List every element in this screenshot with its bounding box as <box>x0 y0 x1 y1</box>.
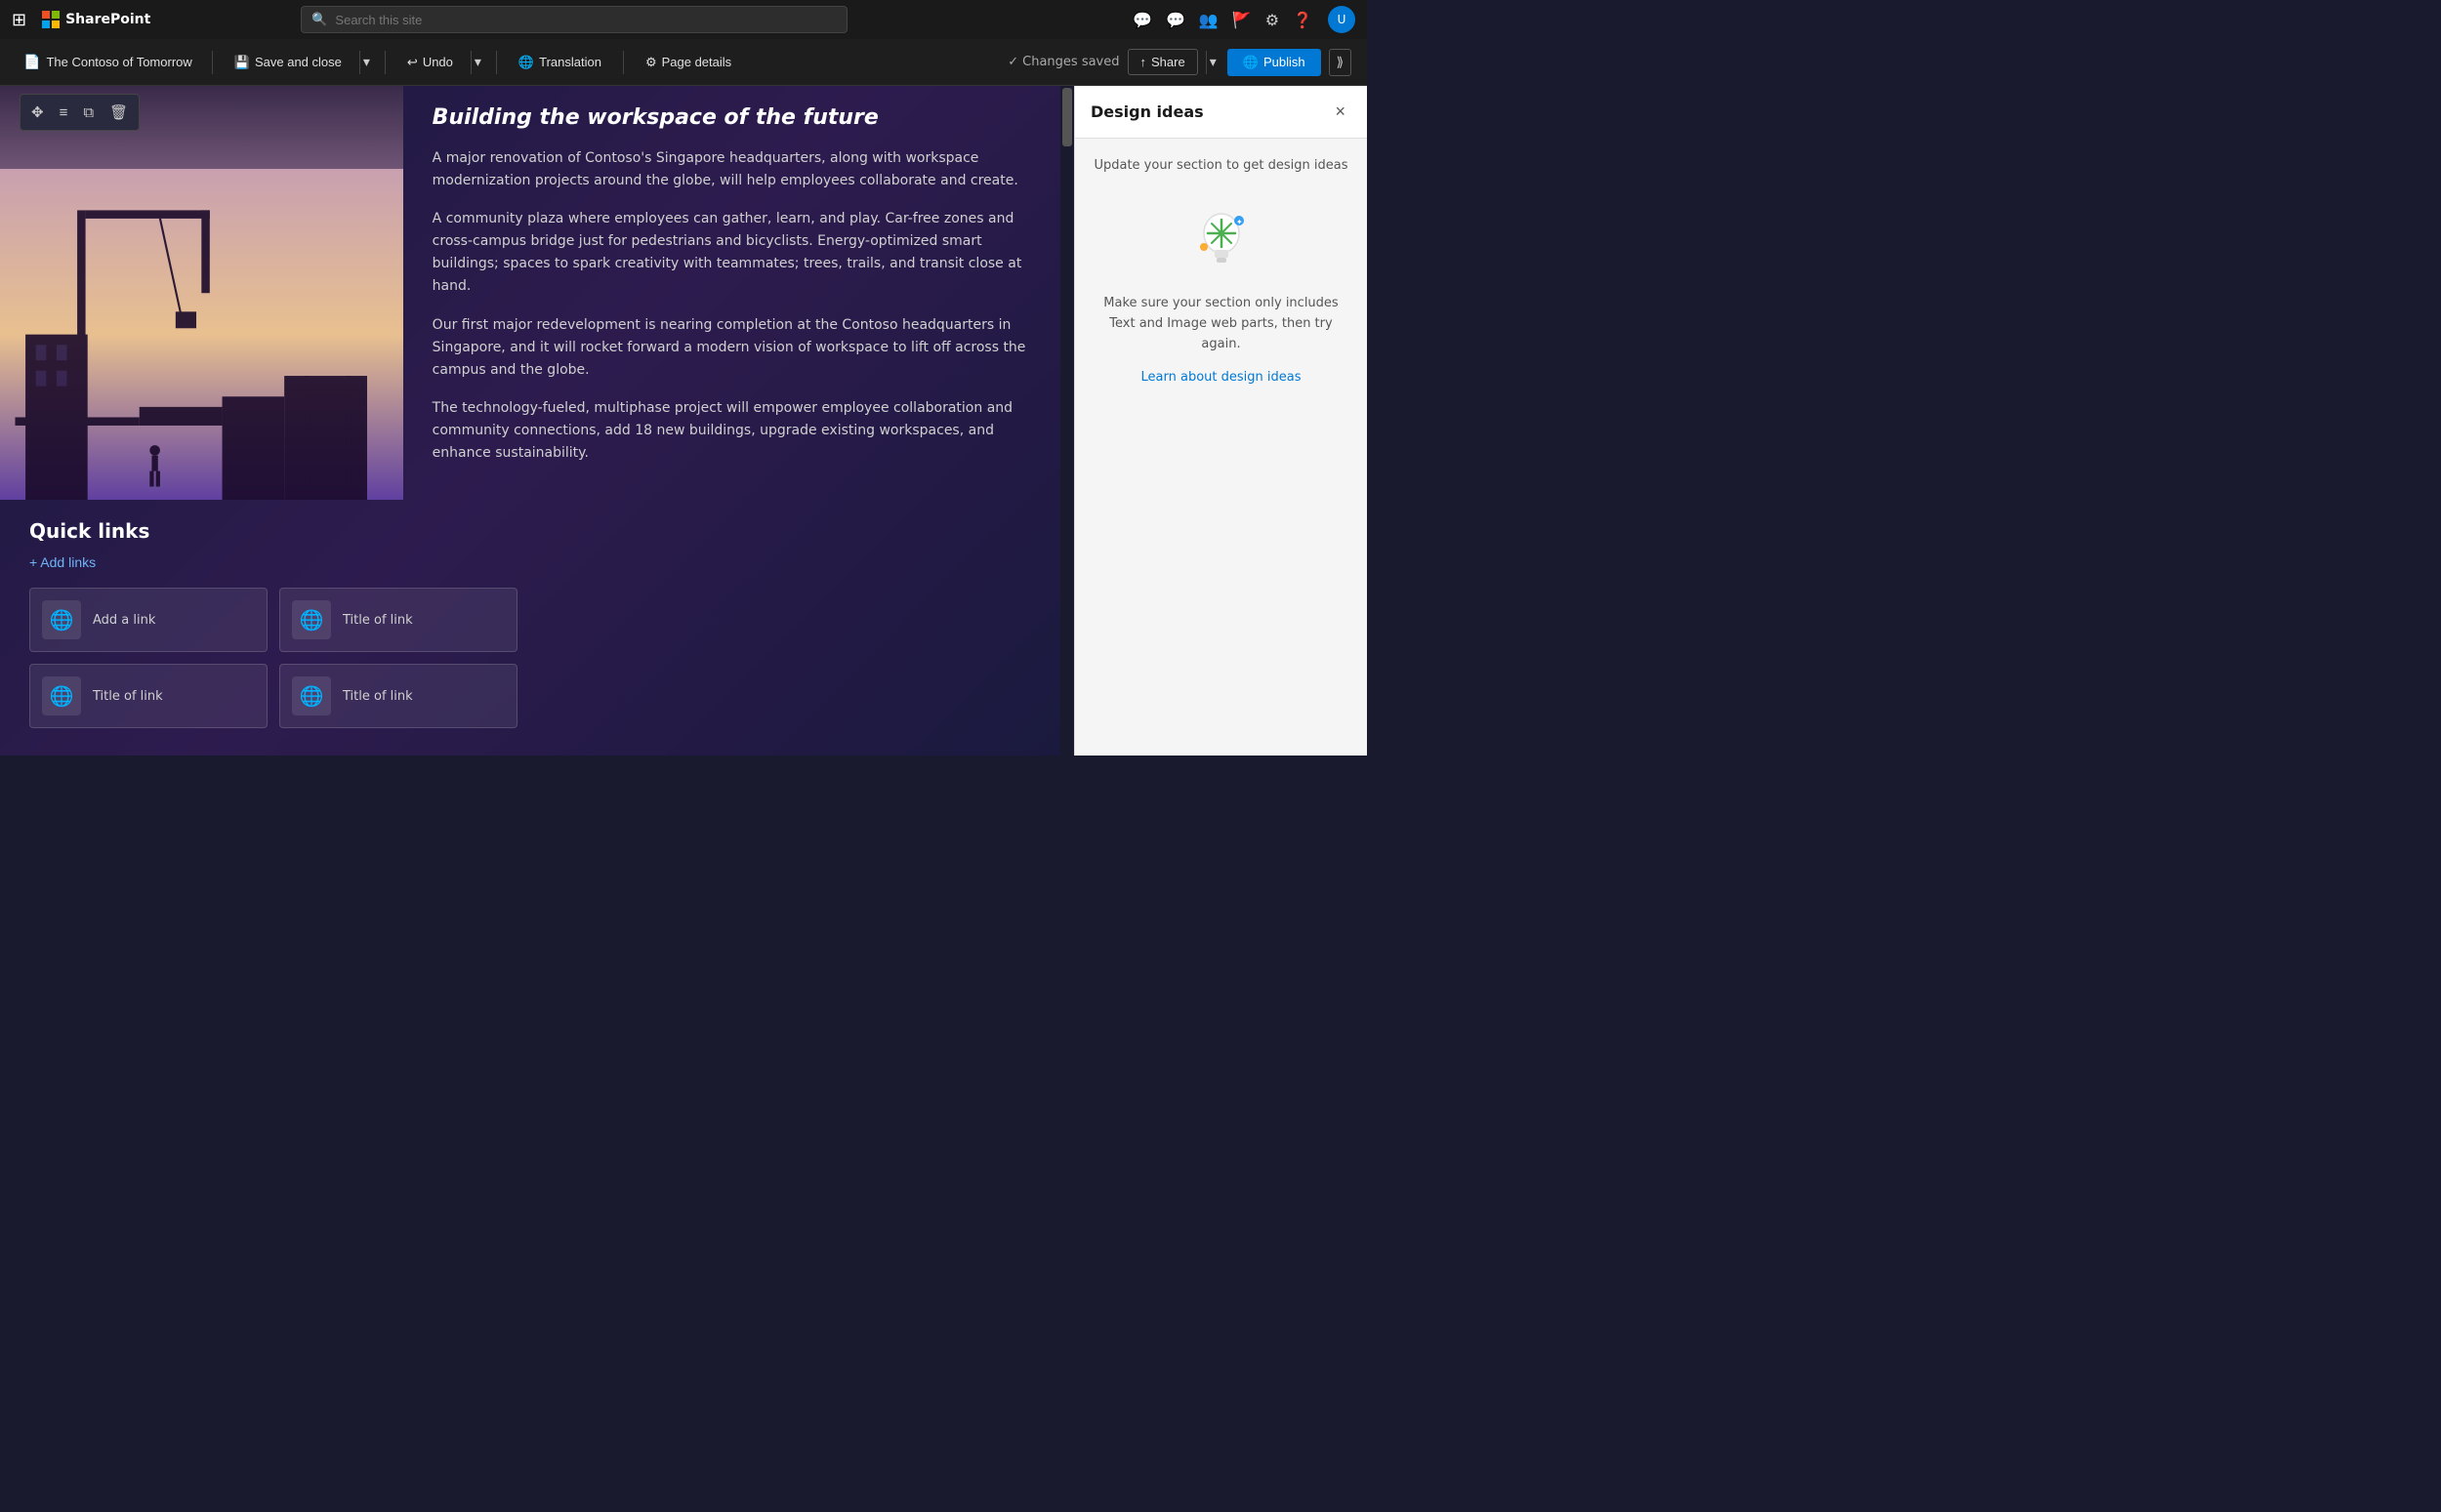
quick-links-section: Quick links + Add links 🌐 Add a link 🌐 T… <box>0 500 1060 748</box>
design-update-message: Update your section to get design ideas <box>1094 158 1347 173</box>
link-card-4[interactable]: 🌐 Title of link <box>279 664 517 728</box>
link-card-3[interactable]: 🌐 Title of link <box>29 664 268 728</box>
undo-button[interactable]: ↩ Undo <box>397 50 463 75</box>
undo-dropdown[interactable]: ▾ <box>471 51 484 74</box>
link-icon-3: 🌐 <box>42 676 81 715</box>
people-icon[interactable]: 👥 <box>1199 11 1219 29</box>
help-feedback-icon[interactable]: 💬 <box>1133 11 1152 29</box>
section-floating-toolbar: ✥ ≡ ⧉ 🗑 <box>20 94 140 131</box>
page-content: Add a caption Building the workspace of … <box>0 86 1060 756</box>
link-card-1[interactable]: 🌐 Add a link <box>29 588 268 652</box>
link-title-4: Title of link <box>343 689 413 704</box>
scroll-thumb[interactable] <box>1062 88 1072 146</box>
svg-text:✦: ✦ <box>1236 218 1243 226</box>
checkmark-icon: ✓ <box>1008 55 1018 69</box>
translation-icon: 🌐 <box>518 55 534 70</box>
quick-links-title: Quick links <box>29 519 1031 543</box>
close-design-panel-button[interactable]: × <box>1329 100 1351 124</box>
design-hint-message: Make sure your section only includes Tex… <box>1091 294 1351 354</box>
collapse-button[interactable]: ⟫ <box>1329 49 1351 76</box>
link-icon-1: 🌐 <box>42 600 81 639</box>
duplicate-section-button[interactable]: ⧉ <box>76 99 101 126</box>
help-icon[interactable]: ❓ <box>1293 11 1312 29</box>
user-avatar[interactable]: U <box>1328 6 1355 33</box>
link-title-2: Title of link <box>343 613 413 628</box>
save-close-button[interactable]: 💾 Save and close <box>225 50 352 75</box>
content-para-1: A major renovation of Contoso's Singapor… <box>433 147 1031 192</box>
toolbar-right: ✓ Changes saved ↑ Share ▾ 🌐 Publish ⟫ <box>1008 49 1351 76</box>
conversation-icon[interactable]: 💬 <box>1166 11 1185 29</box>
search-bar[interactable]: 🔍 <box>301 6 848 33</box>
page-title-button[interactable]: 📄 The Contoso of Tomorrow <box>16 50 200 74</box>
editor-toolbar: 📄 The Contoso of Tomorrow 💾 Save and clo… <box>0 39 1367 86</box>
content-row: Add a caption Building the workspace of … <box>0 86 1060 500</box>
design-ideas-panel: Design ideas × Update your section to ge… <box>1074 86 1367 756</box>
page-icon: 📄 <box>23 54 40 70</box>
share-icon: ↑ <box>1140 55 1147 69</box>
translation-button[interactable]: 🌐 Translation <box>509 50 611 75</box>
publish-icon: 🌐 <box>1243 55 1259 70</box>
link-title-1: Add a link <box>93 613 155 628</box>
links-grid: 🌐 Add a link 🌐 Title of link 🌐 Title of … <box>29 588 517 728</box>
design-lightbulb-icon: ✦ <box>1182 196 1261 274</box>
toolbar-left: 📄 The Contoso of Tomorrow 💾 Save and clo… <box>16 50 1004 75</box>
toolbar-divider-2 <box>385 51 386 74</box>
content-para-3: Our first major redevelopment is nearing… <box>433 314 1031 382</box>
construction-image <box>0 86 403 500</box>
microsoft-logo: SharePoint <box>42 11 150 28</box>
page-title-text: The Contoso of Tomorrow <box>46 55 191 69</box>
save-close-dropdown[interactable]: ▾ <box>359 51 373 74</box>
content-para-2: A community plaza where employees can ga… <box>433 208 1031 298</box>
link-title-3: Title of link <box>93 689 163 704</box>
undo-icon: ↩ <box>407 55 418 70</box>
design-panel-body: Update your section to get design ideas <box>1075 139 1367 756</box>
page-details-icon: ⚙ <box>645 55 657 70</box>
main-area: ✥ ≡ ⧉ 🗑 <box>0 86 1367 756</box>
app-launcher-icon[interactable]: ⊞ <box>12 10 26 30</box>
share-button[interactable]: ↑ Share <box>1128 49 1198 75</box>
settings-icon[interactable]: ⚙ <box>1265 11 1279 29</box>
image-section[interactable]: Add a caption <box>0 86 403 500</box>
page-details-button[interactable]: ⚙ Page details <box>636 50 741 75</box>
search-icon: 🔍 <box>311 13 327 27</box>
design-panel-title: Design ideas <box>1091 102 1204 121</box>
design-panel-header: Design ideas × <box>1075 86 1367 139</box>
toolbar-divider-1 <box>212 51 213 74</box>
search-input[interactable] <box>335 13 837 27</box>
save-icon: 💾 <box>234 55 250 70</box>
flag-icon[interactable]: 🚩 <box>1232 11 1252 29</box>
section-settings-button[interactable]: ≡ <box>53 99 75 126</box>
learn-design-ideas-link[interactable]: Learn about design ideas <box>1141 370 1302 385</box>
changes-saved-status: ✓ Changes saved <box>1008 55 1119 69</box>
link-icon-4: 🌐 <box>292 676 331 715</box>
toolbar-divider-3 <box>496 51 497 74</box>
move-section-button[interactable]: ✥ <box>24 99 51 126</box>
toolbar-divider-4 <box>623 51 624 74</box>
add-links-button[interactable]: + Add links <box>29 554 96 570</box>
share-dropdown[interactable]: ▾ <box>1206 51 1220 74</box>
top-navigation: ⊞ SharePoint 🔍 💬 💬 👥 🚩 ⚙ ❓ U <box>0 0 1367 39</box>
content-heading: Building the workspace of the future <box>433 105 1031 130</box>
content-para-4: The technology-fueled, multiphase projec… <box>433 397 1031 465</box>
scroll-track[interactable] <box>1060 86 1074 756</box>
text-section: Building the workspace of the future A m… <box>403 86 1060 500</box>
nav-icons: 💬 💬 👥 🚩 ⚙ ❓ <box>1133 11 1312 29</box>
link-card-2[interactable]: 🌐 Title of link <box>279 588 517 652</box>
delete-section-button[interactable]: 🗑 <box>103 99 135 126</box>
sharepoint-label[interactable]: SharePoint <box>65 12 150 27</box>
publish-button[interactable]: 🌐 Publish <box>1227 49 1321 76</box>
link-icon-2: 🌐 <box>292 600 331 639</box>
